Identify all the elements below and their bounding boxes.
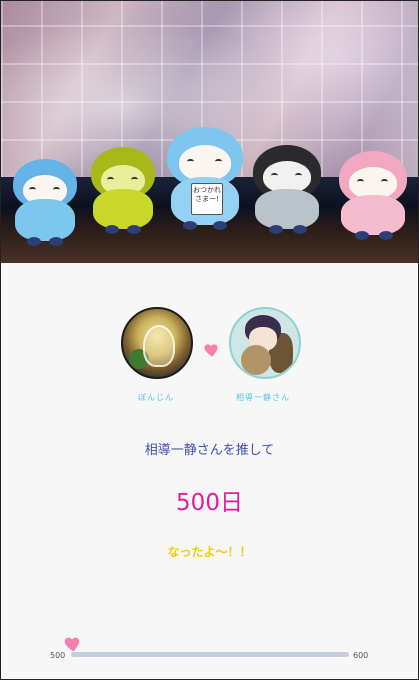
days-count: 500日 [176,490,243,516]
penguin-figure-pink [335,151,411,243]
penguin-sign: おつかれさまー! [191,183,223,215]
avatar-left-figure [143,325,175,367]
penguin-figure-green [87,147,159,237]
avatar-left[interactable] [121,307,193,379]
slider-min-label: 500 [50,651,66,660]
name-left: ぽんじん [138,393,174,402]
avatar-right[interactable] [229,307,301,379]
penguin-figure-center: おつかれさまー! [163,127,247,233]
penguin-figure-blue [9,159,81,249]
became-message: なったよ～！！ [167,545,252,559]
support-message: 相導一静さんを推して [144,443,275,458]
days-slider-track[interactable] [71,652,349,657]
header-photo: おつかれさまー! [1,1,418,263]
heart-icon [204,344,218,357]
screen-frame: おつかれさまー! ぽんじん 相導一静さん 相導一静さんを推して 500日 なった… [0,0,419,680]
name-right: 相導一静さん [236,393,290,402]
penguin-figure-black [249,145,325,237]
avatar-right-otter [241,345,271,375]
slider-max-label: 600 [353,651,369,660]
